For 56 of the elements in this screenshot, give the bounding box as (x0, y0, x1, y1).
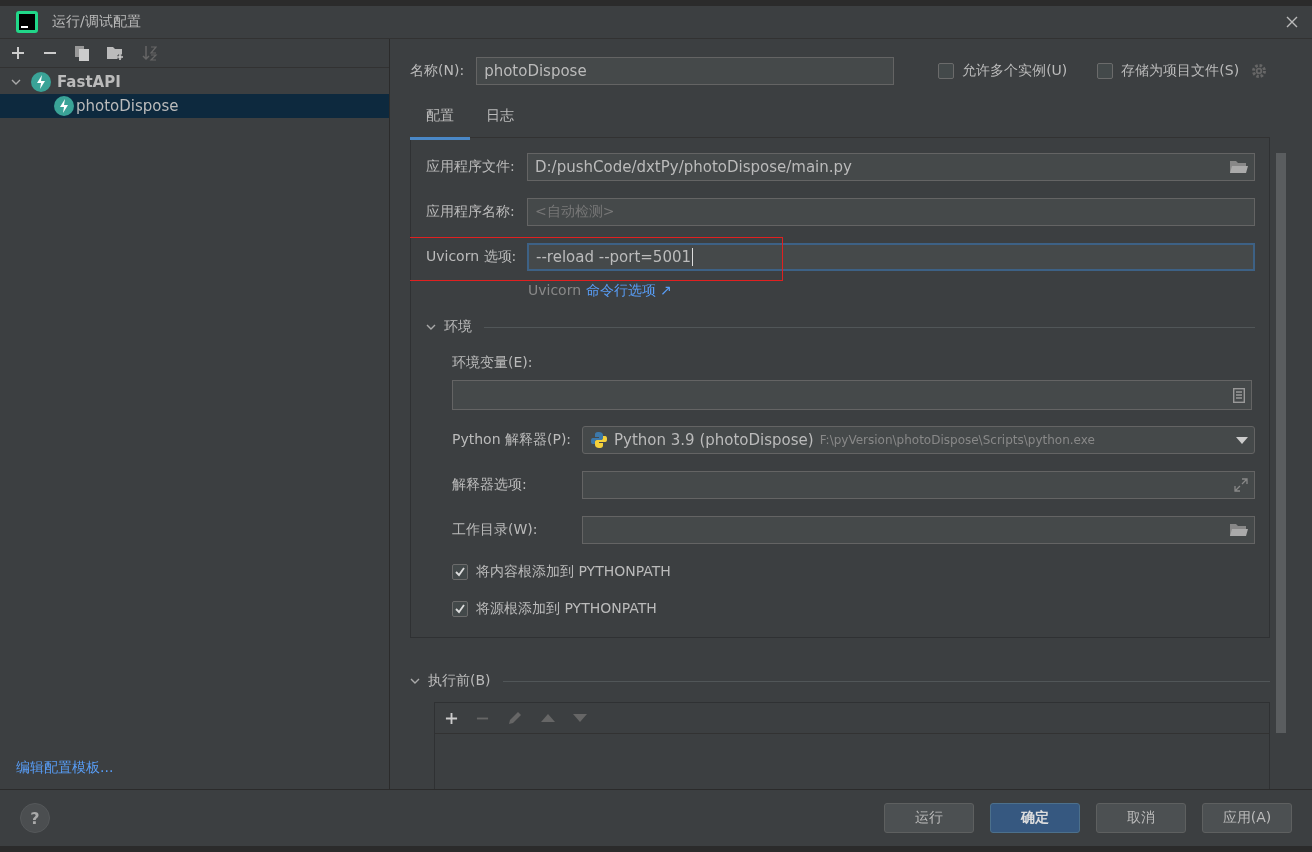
field-label: 解释器选项: (452, 476, 528, 494)
edit-templates-link[interactable]: 编辑配置模板... (0, 759, 114, 789)
dropdown-arrow-icon[interactable] (1236, 436, 1248, 444)
python-icon (590, 431, 608, 449)
dialog-button[interactable]: 运行 (884, 803, 974, 833)
new-folder-icon[interactable] (107, 46, 124, 60)
checkbox[interactable] (452, 564, 468, 580)
dialog-button[interactable]: 确定 (990, 803, 1080, 833)
lightning-icon (54, 96, 74, 116)
field-label: 应用程序文件: (426, 158, 516, 176)
help-button[interactable]: ? (20, 803, 50, 833)
field-label: 工作目录(W): (452, 521, 539, 539)
tree-item[interactable]: photoDispose (0, 94, 389, 118)
expand-icon[interactable] (1234, 478, 1248, 492)
checkbox[interactable] (452, 601, 468, 617)
name-label: 名称(N): (410, 62, 465, 80)
app-logo-icon (16, 11, 38, 33)
input-field[interactable] (582, 516, 1255, 544)
add-icon[interactable] (445, 711, 458, 725)
copy-icon[interactable] (75, 45, 89, 61)
chevron-icon[interactable] (11, 77, 21, 87)
dialog-button[interactable]: 取消 (1096, 803, 1186, 833)
window-title: 运行/调试配置 (52, 13, 142, 31)
field-label: 应用程序名称: (426, 203, 516, 221)
checkbox-label: 存储为项目文件(S) (1121, 62, 1240, 80)
hint-text: Uvicorn (528, 282, 582, 298)
field-label: Python 解释器(P): (452, 431, 573, 449)
field-label: Uvicorn 选项: (426, 248, 518, 266)
checkbox[interactable] (938, 63, 955, 79)
document-icon[interactable] (1233, 387, 1245, 403)
tree-item[interactable]: FastAPI (0, 70, 389, 94)
input-field[interactable]: D:/pushCode/dxtPy/photoDispose/main.py (527, 153, 1255, 181)
dialog-button[interactable]: 应用(A) (1202, 803, 1292, 833)
input-field[interactable]: --reload --port=5001 (527, 243, 1255, 271)
close-icon[interactable] (1286, 16, 1298, 28)
input-field[interactable] (582, 471, 1255, 499)
lightning-icon (31, 72, 51, 92)
tab[interactable]: 配置 (410, 99, 470, 140)
checkbox-label: 将源根添加到 PYTHONPATH (476, 600, 657, 618)
field-label: 环境变量(E): (452, 354, 534, 372)
checkbox[interactable] (1097, 63, 1114, 79)
section-title: 执行前(B) (428, 672, 491, 690)
folder-icon[interactable] (1230, 160, 1248, 174)
folder-icon[interactable] (1230, 523, 1248, 537)
chevron-icon[interactable] (410, 676, 420, 686)
chevron-icon[interactable] (426, 322, 436, 332)
tab[interactable]: 日志 (470, 99, 530, 137)
section-title: 环境 (444, 318, 472, 336)
checkbox-label: 将内容根添加到 PYTHONPATH (476, 563, 671, 581)
add-icon[interactable] (11, 46, 25, 60)
command-line-options-link[interactable]: 命令行选项 ↗ (585, 282, 672, 298)
input-field[interactable] (452, 380, 1252, 410)
scrollbar-thumb[interactable] (1276, 153, 1286, 733)
checkbox-label: 允许多个实例(U) (962, 62, 1068, 80)
interpreter-dropdown[interactable]: Python 3.9 (photoDispose) F:\pyVersion\photoDispose\Scripts\python.exe (582, 426, 1255, 454)
name-field[interactable]: photoDispose (476, 57, 895, 85)
